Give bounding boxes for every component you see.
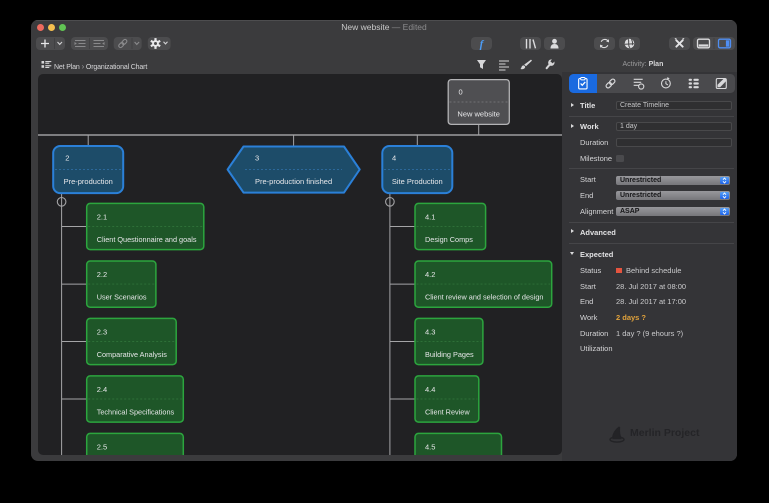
svg-text:2.3: 2.3 (97, 327, 107, 336)
svg-text:Pre-production finished: Pre-production finished (255, 177, 332, 186)
svg-text:Comparative Analysis: Comparative Analysis (97, 350, 168, 359)
svg-text:0: 0 (459, 88, 463, 97)
svg-text:2: 2 (65, 154, 69, 163)
svg-text:Pre-production: Pre-production (64, 177, 113, 186)
svg-text:User Scenarios: User Scenarios (97, 293, 147, 302)
svg-text:2.4: 2.4 (97, 385, 107, 394)
svg-text:Client Questionnaire and goals: Client Questionnaire and goals (97, 235, 197, 244)
svg-text:2.1: 2.1 (97, 212, 107, 221)
svg-text:Design Comps: Design Comps (425, 235, 473, 244)
svg-text:4.1: 4.1 (425, 212, 435, 221)
svg-text:Technical Specifications: Technical Specifications (97, 408, 175, 417)
svg-text:2.2: 2.2 (97, 270, 107, 279)
svg-text:Building Pages: Building Pages (425, 350, 474, 359)
svg-text:Site Production: Site Production (392, 177, 443, 186)
svg-text:2.5: 2.5 (97, 442, 107, 451)
svg-text:3: 3 (255, 154, 259, 163)
svg-text:Client review and selection of: Client review and selection of design (425, 293, 543, 302)
svg-text:4.5: 4.5 (425, 442, 435, 451)
svg-text:4.2: 4.2 (425, 270, 435, 279)
svg-text:Client Review: Client Review (425, 408, 470, 417)
svg-text:New website: New website (457, 110, 500, 119)
svg-text:4.3: 4.3 (425, 327, 435, 336)
svg-text:4.4: 4.4 (425, 385, 435, 394)
svg-text:4: 4 (392, 154, 396, 163)
